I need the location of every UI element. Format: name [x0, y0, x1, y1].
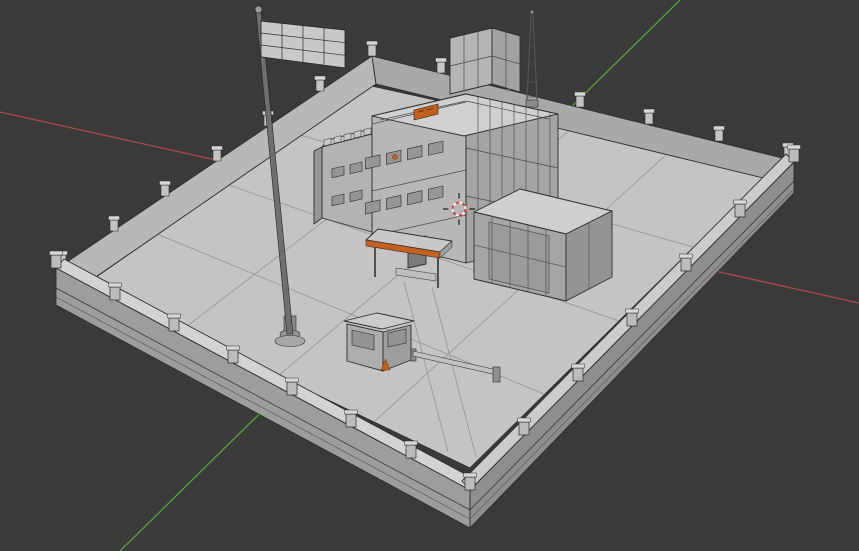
3d-viewport[interactable]	[0, 0, 859, 551]
antenna-tip	[529, 9, 535, 15]
viewport-stage	[0, 0, 859, 551]
wing-front-face	[321, 133, 373, 233]
antenna-base	[525, 99, 539, 108]
flagpole-finial	[254, 5, 263, 14]
annex-garage[interactable]	[473, 188, 613, 302]
wall-lamp	[392, 154, 398, 160]
wing-side-face	[313, 146, 323, 225]
barrier-end-post	[492, 366, 501, 383]
flagpole-base-plate	[274, 335, 306, 347]
guard-booth[interactable]	[343, 312, 415, 372]
rooftop-penthouse[interactable]	[449, 27, 521, 95]
